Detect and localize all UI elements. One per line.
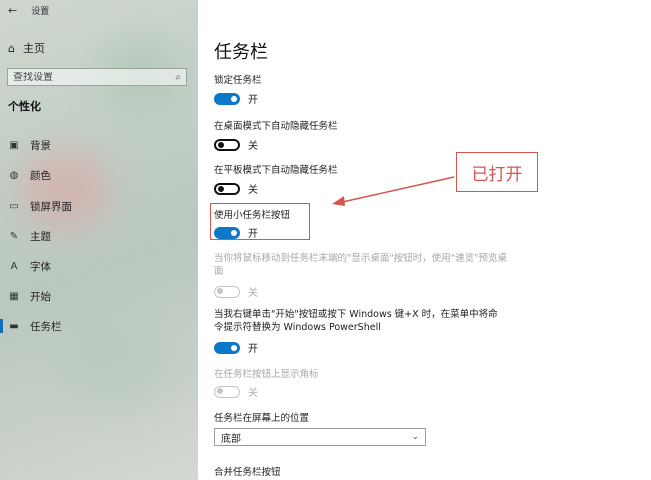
palette-icon: ◍ — [9, 170, 19, 181]
settings-sidebar: ← 设置 ⌂ 主页 ⌕ 个性化 ▣ 背景 ◍ 颜色 ▭ 锁屏界面 ✎ 主题 A … — [0, 0, 198, 480]
image-icon: ▣ — [9, 140, 19, 151]
settings-search-box[interactable]: ⌕ — [7, 68, 187, 86]
search-icon[interactable]: ⌕ — [175, 72, 181, 83]
section-title: 个性化 — [8, 100, 41, 113]
sidebar-item-label: 锁屏界面 — [30, 201, 72, 213]
sidebar-item-background[interactable]: ▣ 背景 — [8, 138, 51, 153]
sidebar-item-colors[interactable]: ◍ 颜色 — [8, 168, 51, 183]
sidebar-item-label: 背景 — [30, 140, 51, 152]
sidebar-item-fonts[interactable]: A 字体 — [8, 259, 51, 274]
sidebar-item-label: 字体 — [30, 261, 51, 273]
sidebar-item-label: 颜色 — [30, 170, 51, 182]
sidebar-item-label: 主题 — [30, 231, 51, 243]
background-blur — [20, 150, 110, 230]
sidebar-item-start[interactable]: ▦ 开始 — [8, 289, 51, 304]
background-blur — [60, 320, 170, 410]
annotation-callout: 已打开 — [456, 152, 538, 192]
nav-home-label: 主页 — [22, 42, 45, 55]
font-icon: A — [10, 261, 18, 272]
sidebar-item-lockscreen[interactable]: ▭ 锁屏界面 — [8, 199, 72, 214]
lockscreen-icon: ▭ — [9, 201, 19, 212]
nav-home[interactable]: ⌂ 主页 — [8, 40, 45, 56]
back-arrow-icon[interactable]: ← — [8, 4, 17, 17]
taskbar-settings-page: 任务栏 锁定任务栏 开 在桌面模式下自动隐藏任务栏 关 在平板模式下自动隐藏任务… — [198, 0, 651, 480]
annotation-arrow — [332, 176, 455, 206]
sidebar-item-taskbar[interactable]: ▬ 任务栏 — [0, 319, 62, 334]
sidebar-item-themes[interactable]: ✎ 主题 — [8, 229, 51, 244]
start-icon: ▦ — [9, 291, 19, 302]
sidebar-item-label: 任务栏 — [30, 321, 62, 333]
window-titlebar: ← 设置 — [8, 4, 49, 17]
search-input[interactable] — [13, 71, 153, 83]
home-icon: ⌂ — [8, 41, 15, 55]
brush-icon: ✎ — [9, 231, 19, 242]
sidebar-item-label: 开始 — [30, 291, 51, 303]
window-title: 设置 — [31, 7, 50, 17]
taskbar-icon: ▬ — [9, 321, 19, 332]
